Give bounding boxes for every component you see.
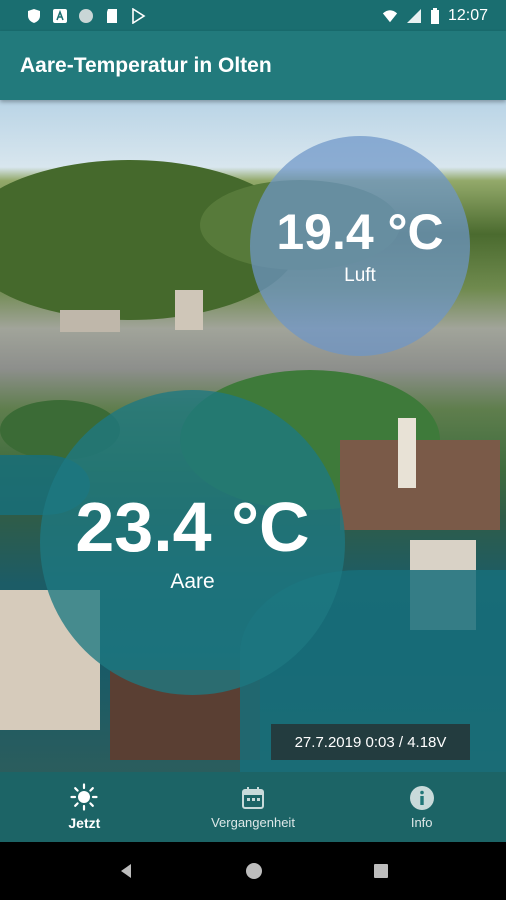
recents-icon[interactable] [373, 863, 389, 879]
old-town-roofs [340, 440, 500, 530]
status-clock: 12:07 [447, 6, 488, 24]
river-temperature-bubble: 23.4 °C Aare [40, 390, 345, 695]
air-temperature-value: 19.4 °C [276, 204, 444, 260]
back-icon[interactable] [117, 862, 135, 880]
air-temperature-label: Luft [344, 265, 376, 286]
air-temperature-bubble: 19.4 °C Luft [250, 136, 470, 356]
circle-icon [79, 8, 93, 23]
play-store-icon [132, 7, 146, 24]
nav-item-label: Jetzt [68, 815, 101, 831]
river-temperature-label: Aare [170, 569, 215, 593]
status-bar: 12:07 [0, 0, 506, 31]
sdcard-icon [107, 8, 117, 23]
shield-icon [28, 8, 40, 23]
calendar-icon [242, 786, 264, 809]
battery-icon [430, 7, 439, 24]
bottom-navigation: Jetzt Vergangenheit Info [0, 772, 506, 842]
nav-item-jetzt[interactable]: Jetzt [0, 772, 169, 842]
info-icon [409, 785, 434, 810]
river-temperature-value: 23.4 °C [75, 487, 310, 566]
nav-item-label: Info [410, 814, 433, 830]
church-tower [398, 418, 416, 488]
building [175, 290, 203, 330]
system-navigation-bar [0, 842, 506, 900]
building [60, 310, 120, 332]
app-bar: Aare-Temperatur in Olten [0, 31, 506, 100]
nav-item-label: Vergangenheit [211, 814, 295, 830]
signal-icon [406, 8, 421, 23]
home-icon[interactable] [245, 862, 263, 880]
wifi-icon [382, 9, 398, 22]
text-icon [53, 8, 67, 23]
sun-icon [70, 783, 98, 811]
nav-item-info[interactable]: Info [337, 772, 506, 842]
nav-item-vergangenheit[interactable]: Vergangenheit [169, 772, 338, 842]
measurement-timestamp: 27.7.2019 0:03 / 4.18V [271, 724, 470, 760]
page-title: Aare-Temperatur in Olten [20, 53, 272, 77]
